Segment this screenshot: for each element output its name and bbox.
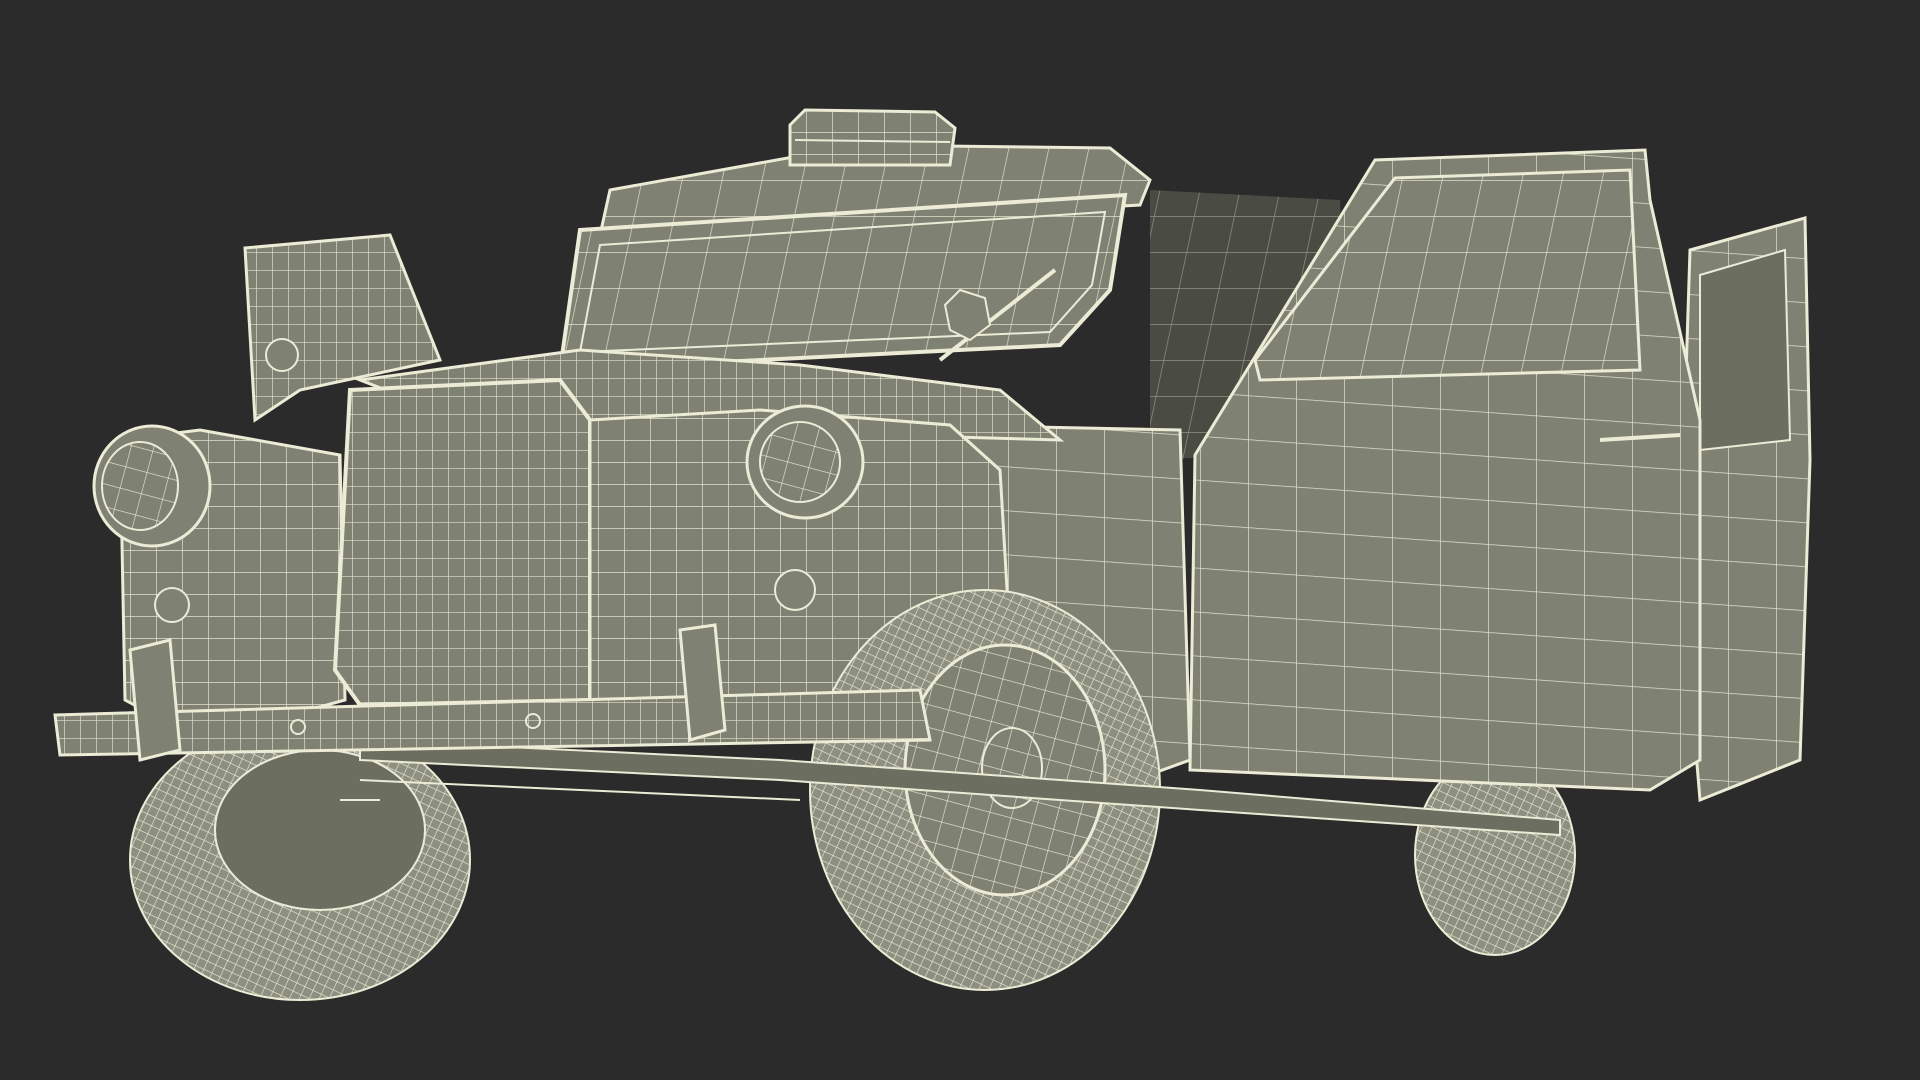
left-bumper-guard: [128, 638, 182, 762]
right-headlamp: [745, 404, 865, 520]
radiator-grille: [332, 377, 592, 708]
left-headlamp: [92, 424, 212, 548]
render-viewport[interactable]: [0, 0, 1920, 1080]
left-mirror: [265, 338, 299, 372]
taxi-wireframe-render: [53, 108, 1812, 1001]
taxi-roof-sign: [788, 108, 957, 167]
